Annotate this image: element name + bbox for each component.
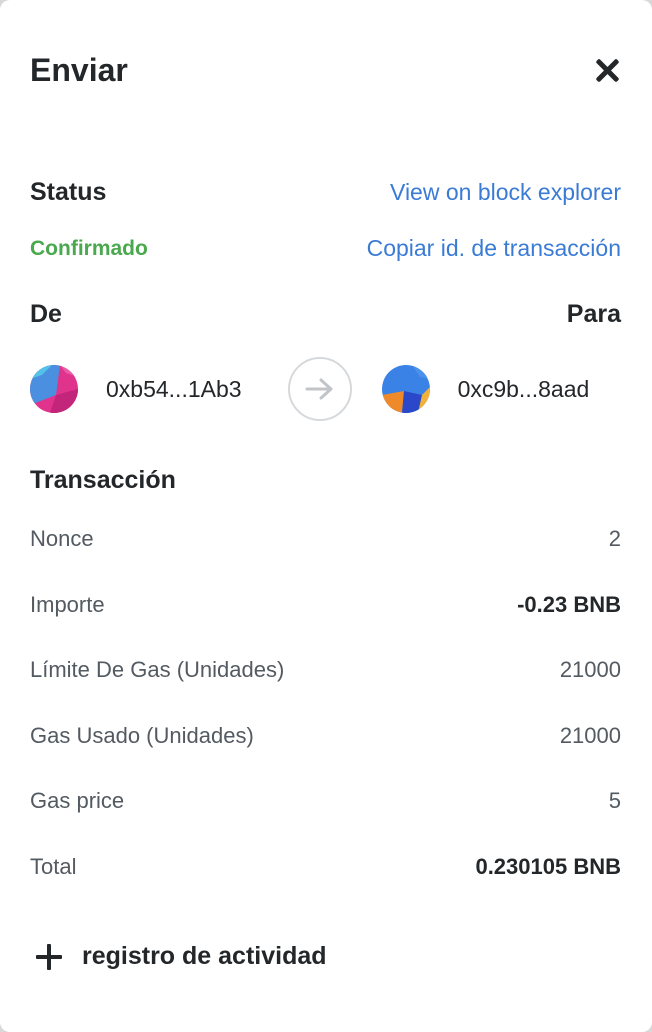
- detail-value: 0.230105 BNB: [475, 854, 621, 879]
- from-label: De: [30, 300, 62, 328]
- page-title: Enviar: [30, 52, 128, 88]
- detail-value: 2: [608, 526, 621, 551]
- activity-log-toggle[interactable]: registro de actividad: [36, 942, 327, 971]
- detail-value: -0.23 BNB: [517, 592, 621, 617]
- detail-row-total: Total 0.230105 BNB: [30, 854, 621, 880]
- status-value-row: Confirmado Copiar id. de transacción: [30, 235, 621, 262]
- transaction-title: Transacción: [30, 466, 176, 494]
- activity-log-label: registro de actividad: [82, 942, 327, 970]
- to-label: Para: [566, 300, 621, 328]
- detail-value: 5: [608, 788, 621, 813]
- to-avatar: [381, 365, 430, 413]
- detail-key: Importe: [30, 592, 105, 617]
- detail-row-gas-price: Gas price 5: [30, 788, 621, 814]
- view-on-explorer-link[interactable]: View on block explorer: [390, 179, 621, 206]
- detail-key: Gas Usado (Unidades): [30, 723, 254, 748]
- detail-row-gas-used: Gas Usado (Unidades) 21000: [30, 723, 621, 749]
- detail-row-amount: Importe -0.23 BNB: [30, 592, 621, 618]
- arrow-right-icon: [287, 357, 352, 421]
- copy-tx-id-link[interactable]: Copiar id. de transacción: [367, 235, 621, 262]
- detail-value: 21000: [559, 657, 621, 682]
- transaction-title-row: Transacción: [30, 466, 621, 495]
- close-icon[interactable]: [592, 56, 622, 86]
- detail-row-gas-limit: Límite De Gas (Unidades) 21000: [30, 657, 621, 683]
- status-row: Status View on block explorer: [30, 178, 621, 207]
- address-row: 0xb54...1Ab3 0xc9b...8aad: [30, 356, 622, 422]
- header: Enviar: [30, 52, 622, 89]
- to-address[interactable]: 0xc9b...8aad: [458, 376, 590, 403]
- status-label: Status: [30, 178, 107, 206]
- from-address[interactable]: 0xb54...1Ab3: [106, 376, 242, 403]
- detail-key: Gas price: [30, 788, 125, 813]
- detail-row-nonce: Nonce 2: [30, 526, 621, 552]
- detail-key: Límite De Gas (Unidades): [30, 657, 285, 682]
- detail-key: Total: [30, 854, 77, 879]
- detail-value: 21000: [559, 723, 621, 748]
- plus-icon: [36, 943, 62, 970]
- transaction-details-panel: Enviar Status View on block explorer Con…: [0, 0, 652, 1032]
- detail-key: Nonce: [30, 526, 94, 551]
- from-avatar: [30, 365, 78, 413]
- from-to-labels: De Para: [30, 300, 621, 329]
- status-value: Confirmado: [30, 236, 148, 260]
